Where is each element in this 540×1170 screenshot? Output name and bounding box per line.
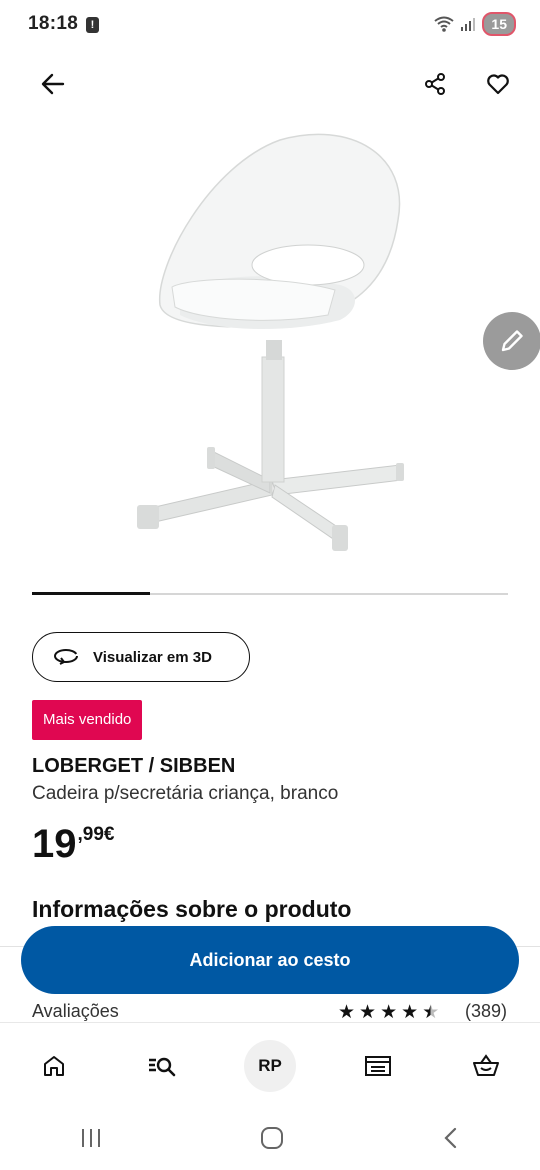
view-3d-label: Visualizar em 3D [93, 648, 212, 666]
product-description: Cadeira p/secretária criança, branco [32, 783, 339, 804]
rating-stars[interactable]: ★ ★ ★ ★ ★ [338, 1001, 439, 1024]
arrow-left-icon [41, 73, 65, 95]
signal-icon [461, 18, 476, 31]
star-icon: ★ [401, 1002, 419, 1023]
star-icon: ★ [380, 1002, 398, 1023]
battery-badge: 15 [482, 12, 516, 36]
recent-apps-button[interactable] [78, 1127, 104, 1154]
nav-profile[interactable]: RP [242, 1038, 298, 1094]
share-button[interactable] [413, 62, 457, 106]
rotate-3d-icon [54, 649, 78, 665]
price-integer: 19 [32, 822, 77, 866]
heart-icon [487, 74, 509, 95]
product-name: LOBERGET / SIBBEN [32, 755, 236, 777]
alert-icon: ! [86, 17, 99, 33]
nav-divider [0, 1022, 540, 1023]
add-to-cart-button[interactable]: Adicionar ao cesto [21, 926, 519, 994]
nav-search[interactable] [134, 1038, 190, 1094]
carousel-indicator [32, 592, 150, 595]
nav-basket[interactable] [458, 1038, 514, 1094]
bottom-nav: RP [0, 1038, 540, 1094]
home-system-button[interactable] [259, 1125, 285, 1156]
basket-icon [473, 1054, 499, 1076]
bestseller-badge: Mais vendido [32, 700, 143, 740]
chevron-left-icon [444, 1127, 457, 1148]
product-image[interactable] [120, 125, 420, 565]
product-price: 19 ,99€ [32, 822, 114, 866]
edit-button[interactable] [483, 312, 540, 370]
reviews-label[interactable]: Avaliações [32, 1001, 119, 1022]
pencil-icon [501, 330, 523, 352]
wifi-icon [434, 16, 455, 32]
nav-home[interactable] [26, 1038, 82, 1094]
search-list-icon [149, 1057, 176, 1077]
star-icon: ★ [338, 1002, 356, 1023]
home-circle-icon [260, 1126, 283, 1149]
product-info-heading[interactable]: Informações sobre o produto [32, 896, 351, 923]
back-button[interactable] [31, 62, 75, 106]
home-icon [44, 1056, 64, 1076]
status-icons: 15 [434, 12, 516, 36]
system-nav [0, 1115, 540, 1165]
star-icon: ★ [359, 1002, 377, 1023]
nav-store[interactable] [350, 1038, 406, 1094]
back-system-button[interactable] [440, 1126, 462, 1155]
view-3d-button[interactable]: Visualizar em 3D [32, 632, 250, 682]
share-icon [425, 73, 445, 95]
favorite-button[interactable] [476, 62, 520, 106]
avatar: RP [244, 1040, 296, 1092]
review-count[interactable]: (389) [465, 1001, 507, 1022]
status-time: 18:18 [28, 13, 79, 34]
chair-image [137, 133, 404, 551]
price-decimal: ,99€ [77, 824, 115, 845]
recent-apps-icon [81, 1128, 100, 1147]
store-icon [365, 1056, 391, 1076]
half-star-icon: ★ [422, 1002, 440, 1023]
